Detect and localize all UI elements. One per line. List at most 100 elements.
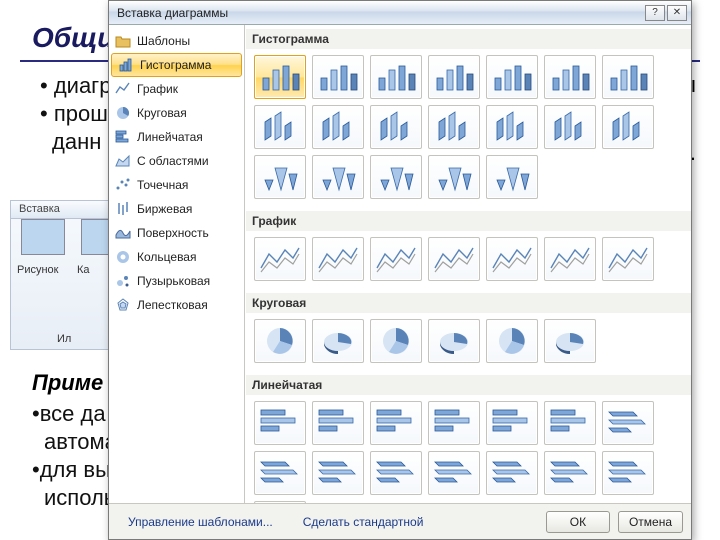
chart-thumb[interactable]: [370, 401, 422, 445]
chart-thumb[interactable]: [486, 155, 538, 199]
chart-thumb[interactable]: [312, 155, 364, 199]
gallery-group-header: Круговая: [246, 293, 691, 313]
sidebar-item-area[interactable]: С областями: [109, 149, 244, 173]
chart-gallery[interactable]: ГистограммаГрафикКруговаяЛинейчатаяС обл…: [245, 25, 691, 503]
chart-thumb[interactable]: [254, 105, 306, 149]
chart-thumb[interactable]: [544, 105, 596, 149]
sidebar-item-label: Поверхность: [137, 226, 209, 240]
sidebar-item-label: Линейчатая: [137, 130, 203, 144]
manage-templates-button[interactable]: Управление шаблонами...: [117, 511, 284, 533]
ok-button[interactable]: ОК: [546, 511, 610, 533]
gallery-group: [252, 53, 691, 209]
chart-thumb[interactable]: [312, 237, 364, 281]
slide-subheading: Приме: [32, 370, 103, 396]
close-button[interactable]: ✕: [667, 5, 687, 21]
stock-icon: [115, 201, 131, 217]
cancel-button[interactable]: Отмена: [618, 511, 683, 533]
sidebar-item-bubble[interactable]: Пузырьковая: [109, 269, 244, 293]
sidebar-item-bar[interactable]: Гистограмма: [111, 53, 242, 77]
slide-text: •для вы: [32, 456, 111, 485]
chart-thumb[interactable]: [312, 55, 364, 99]
chart-thumb[interactable]: [544, 451, 596, 495]
ribbon-label: Рисунок: [17, 264, 71, 276]
chart-thumb[interactable]: [370, 451, 422, 495]
chart-thumb[interactable]: [312, 319, 364, 363]
folder-icon: [115, 33, 131, 49]
chart-thumb[interactable]: [254, 237, 306, 281]
slide-text: •все да: [32, 400, 106, 429]
chart-thumb[interactable]: [370, 319, 422, 363]
radar-icon: [115, 297, 131, 313]
chart-thumb[interactable]: [428, 105, 480, 149]
slide-text: данн: [52, 128, 101, 157]
chart-thumb[interactable]: [602, 451, 654, 495]
chart-thumb[interactable]: [602, 55, 654, 99]
sidebar-item-radar[interactable]: Лепестковая: [109, 293, 244, 317]
sidebar-item-hbar[interactable]: Линейчатая: [109, 125, 244, 149]
dialog-footer: Управление шаблонами... Сделать стандарт…: [109, 503, 691, 539]
set-default-button[interactable]: Сделать стандартной: [292, 511, 435, 533]
chart-thumb[interactable]: [544, 55, 596, 99]
sidebar-item-label: График: [137, 82, 178, 96]
doughnut-icon: [115, 249, 131, 265]
gallery-group: [252, 317, 691, 373]
chart-thumb[interactable]: [486, 55, 538, 99]
sidebar-item-scatter[interactable]: Точечная: [109, 173, 244, 197]
chart-thumb[interactable]: [370, 237, 422, 281]
chart-thumb[interactable]: [254, 451, 306, 495]
chart-thumb[interactable]: [254, 155, 306, 199]
sidebar-item-surface[interactable]: Поверхность: [109, 221, 244, 245]
scatter-icon: [115, 177, 131, 193]
chart-thumb[interactable]: [486, 105, 538, 149]
chart-thumb[interactable]: [544, 237, 596, 281]
chart-thumb[interactable]: [312, 105, 364, 149]
chart-thumb[interactable]: [602, 105, 654, 149]
chart-thumb[interactable]: [544, 401, 596, 445]
chart-thumb[interactable]: [486, 237, 538, 281]
chart-type-sidebar: ШаблоныГистограмма График Круговая Линейчат…: [109, 25, 245, 503]
slide-text: • прош: [40, 100, 108, 129]
help-button[interactable]: ?: [645, 5, 665, 21]
chart-thumb[interactable]: [428, 401, 480, 445]
chart-thumb[interactable]: [370, 55, 422, 99]
chart-thumb[interactable]: [254, 401, 306, 445]
sidebar-item-doughnut[interactable]: Кольцевая: [109, 245, 244, 269]
chart-thumb[interactable]: [428, 55, 480, 99]
picture-icon[interactable]: [21, 219, 65, 255]
chart-thumb[interactable]: [602, 237, 654, 281]
sidebar-item-label: Точечная: [137, 178, 188, 192]
sidebar-item-label: Биржевая: [137, 202, 192, 216]
chart-thumb[interactable]: [428, 237, 480, 281]
slide-text: исполь: [44, 484, 115, 513]
chart-thumb[interactable]: [312, 401, 364, 445]
chart-thumb[interactable]: [486, 401, 538, 445]
sidebar-item-stock[interactable]: Биржевая: [109, 197, 244, 221]
chart-thumb[interactable]: [428, 319, 480, 363]
gallery-group-header: Гистограмма: [246, 29, 691, 49]
chart-thumb[interactable]: [312, 451, 364, 495]
bubble-icon: [115, 273, 131, 289]
sidebar-item-label: Кольцевая: [137, 250, 196, 264]
sidebar-item-label: Круговая: [137, 106, 187, 120]
chart-thumb[interactable]: [428, 451, 480, 495]
chart-thumb[interactable]: [486, 319, 538, 363]
line-icon: [115, 81, 131, 97]
gallery-group: [252, 235, 691, 291]
chart-thumb[interactable]: [370, 155, 422, 199]
clipart-icon[interactable]: [81, 219, 109, 255]
ribbon-group-label: Ил: [57, 333, 71, 345]
sidebar-item-folder[interactable]: Шаблоны: [109, 29, 244, 53]
chart-thumb[interactable]: [602, 401, 654, 445]
chart-thumb[interactable]: [254, 55, 306, 99]
chart-thumb[interactable]: [254, 319, 306, 363]
sidebar-item-line[interactable]: График: [109, 77, 244, 101]
sidebar-item-pie[interactable]: Круговая: [109, 101, 244, 125]
chart-thumb[interactable]: [370, 105, 422, 149]
chart-thumb[interactable]: [428, 155, 480, 199]
gallery-group-header: График: [246, 211, 691, 231]
insert-chart-dialog: Вставка диаграммы ? ✕ ШаблоныГистограмма…: [108, 0, 692, 540]
dialog-title: Вставка диаграммы: [117, 6, 228, 20]
chart-thumb[interactable]: [544, 319, 596, 363]
sidebar-item-label: Пузырьковая: [137, 274, 210, 288]
chart-thumb[interactable]: [486, 451, 538, 495]
